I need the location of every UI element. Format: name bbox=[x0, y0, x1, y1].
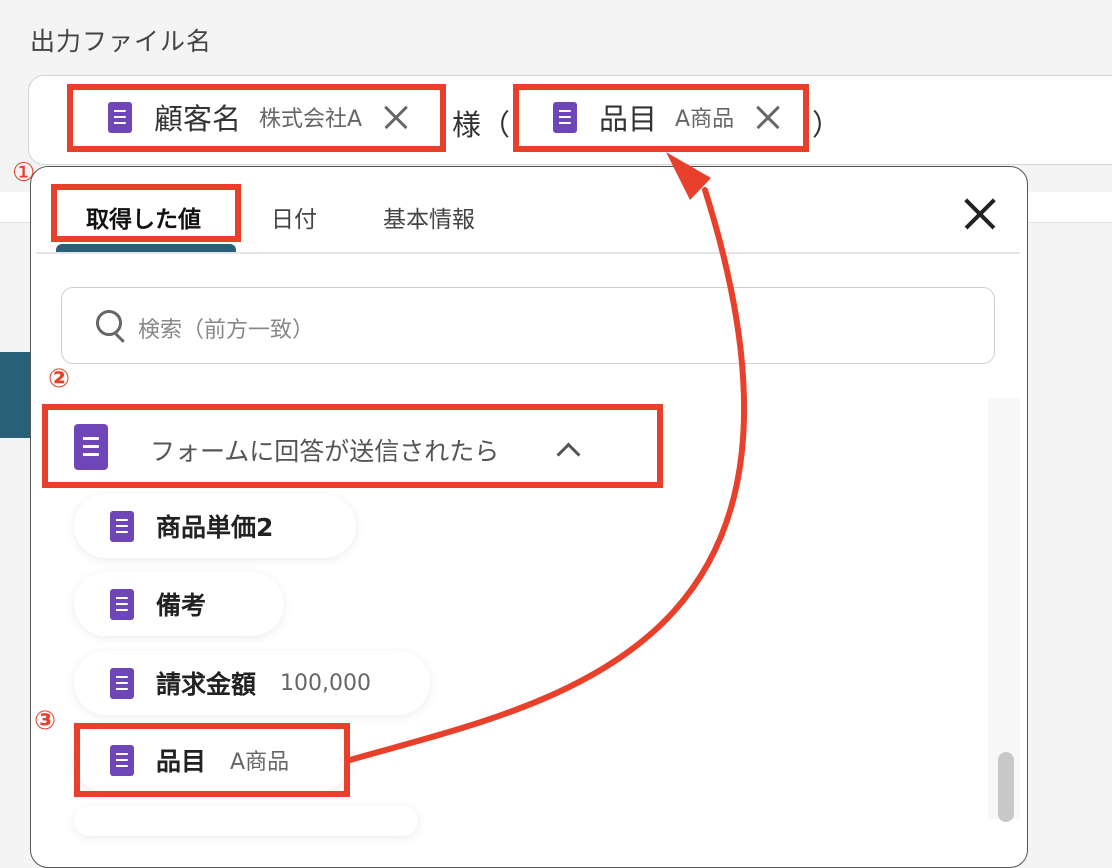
annotation-arrow bbox=[347, 152, 748, 763]
